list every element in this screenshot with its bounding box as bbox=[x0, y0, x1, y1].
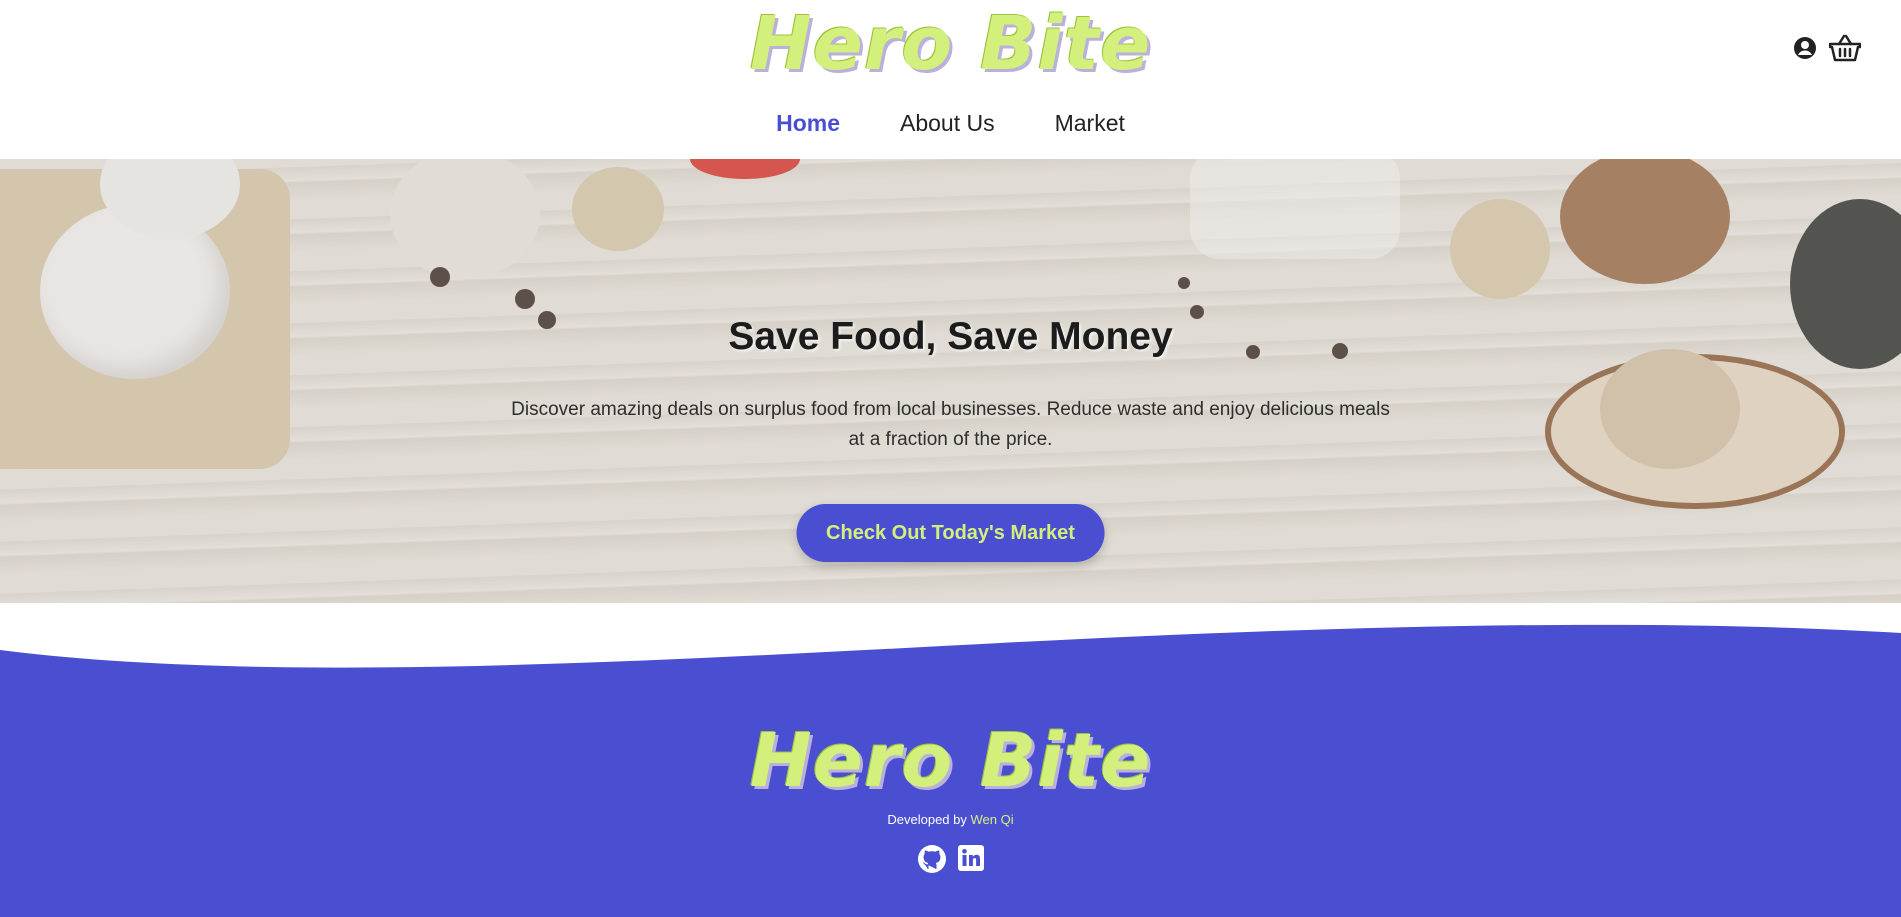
hero-section: Save Food, Save Money Discover amazing d… bbox=[0, 159, 1901, 603]
basket-icon[interactable] bbox=[1829, 34, 1861, 62]
check-out-market-button[interactable]: Check Out Today's Market bbox=[796, 504, 1105, 562]
site-header: Hero Bite Home About Us Market bbox=[0, 0, 1901, 159]
developer-link[interactable]: Wen Qi bbox=[971, 812, 1014, 827]
github-icon[interactable] bbox=[917, 844, 947, 874]
main-nav: Home About Us Market bbox=[0, 110, 1901, 137]
user-circle-icon[interactable] bbox=[1793, 36, 1817, 60]
hero-title: Save Food, Save Money bbox=[728, 315, 1173, 358]
nav-market[interactable]: Market bbox=[1055, 110, 1125, 137]
nav-about-us[interactable]: About Us bbox=[900, 110, 995, 137]
developer-credit: Developed by Wen Qi bbox=[0, 812, 1901, 827]
developed-by-label: Developed by bbox=[887, 812, 967, 827]
hero-description: Discover amazing deals on surplus food f… bbox=[511, 399, 1390, 450]
header-actions bbox=[1793, 34, 1861, 62]
linkedin-icon[interactable] bbox=[957, 844, 985, 874]
social-links bbox=[917, 844, 985, 874]
header-logo[interactable]: Hero Bite bbox=[750, 2, 1152, 86]
nav-home[interactable]: Home bbox=[776, 110, 840, 137]
footer-logo[interactable]: Hero Bite bbox=[750, 719, 1152, 803]
